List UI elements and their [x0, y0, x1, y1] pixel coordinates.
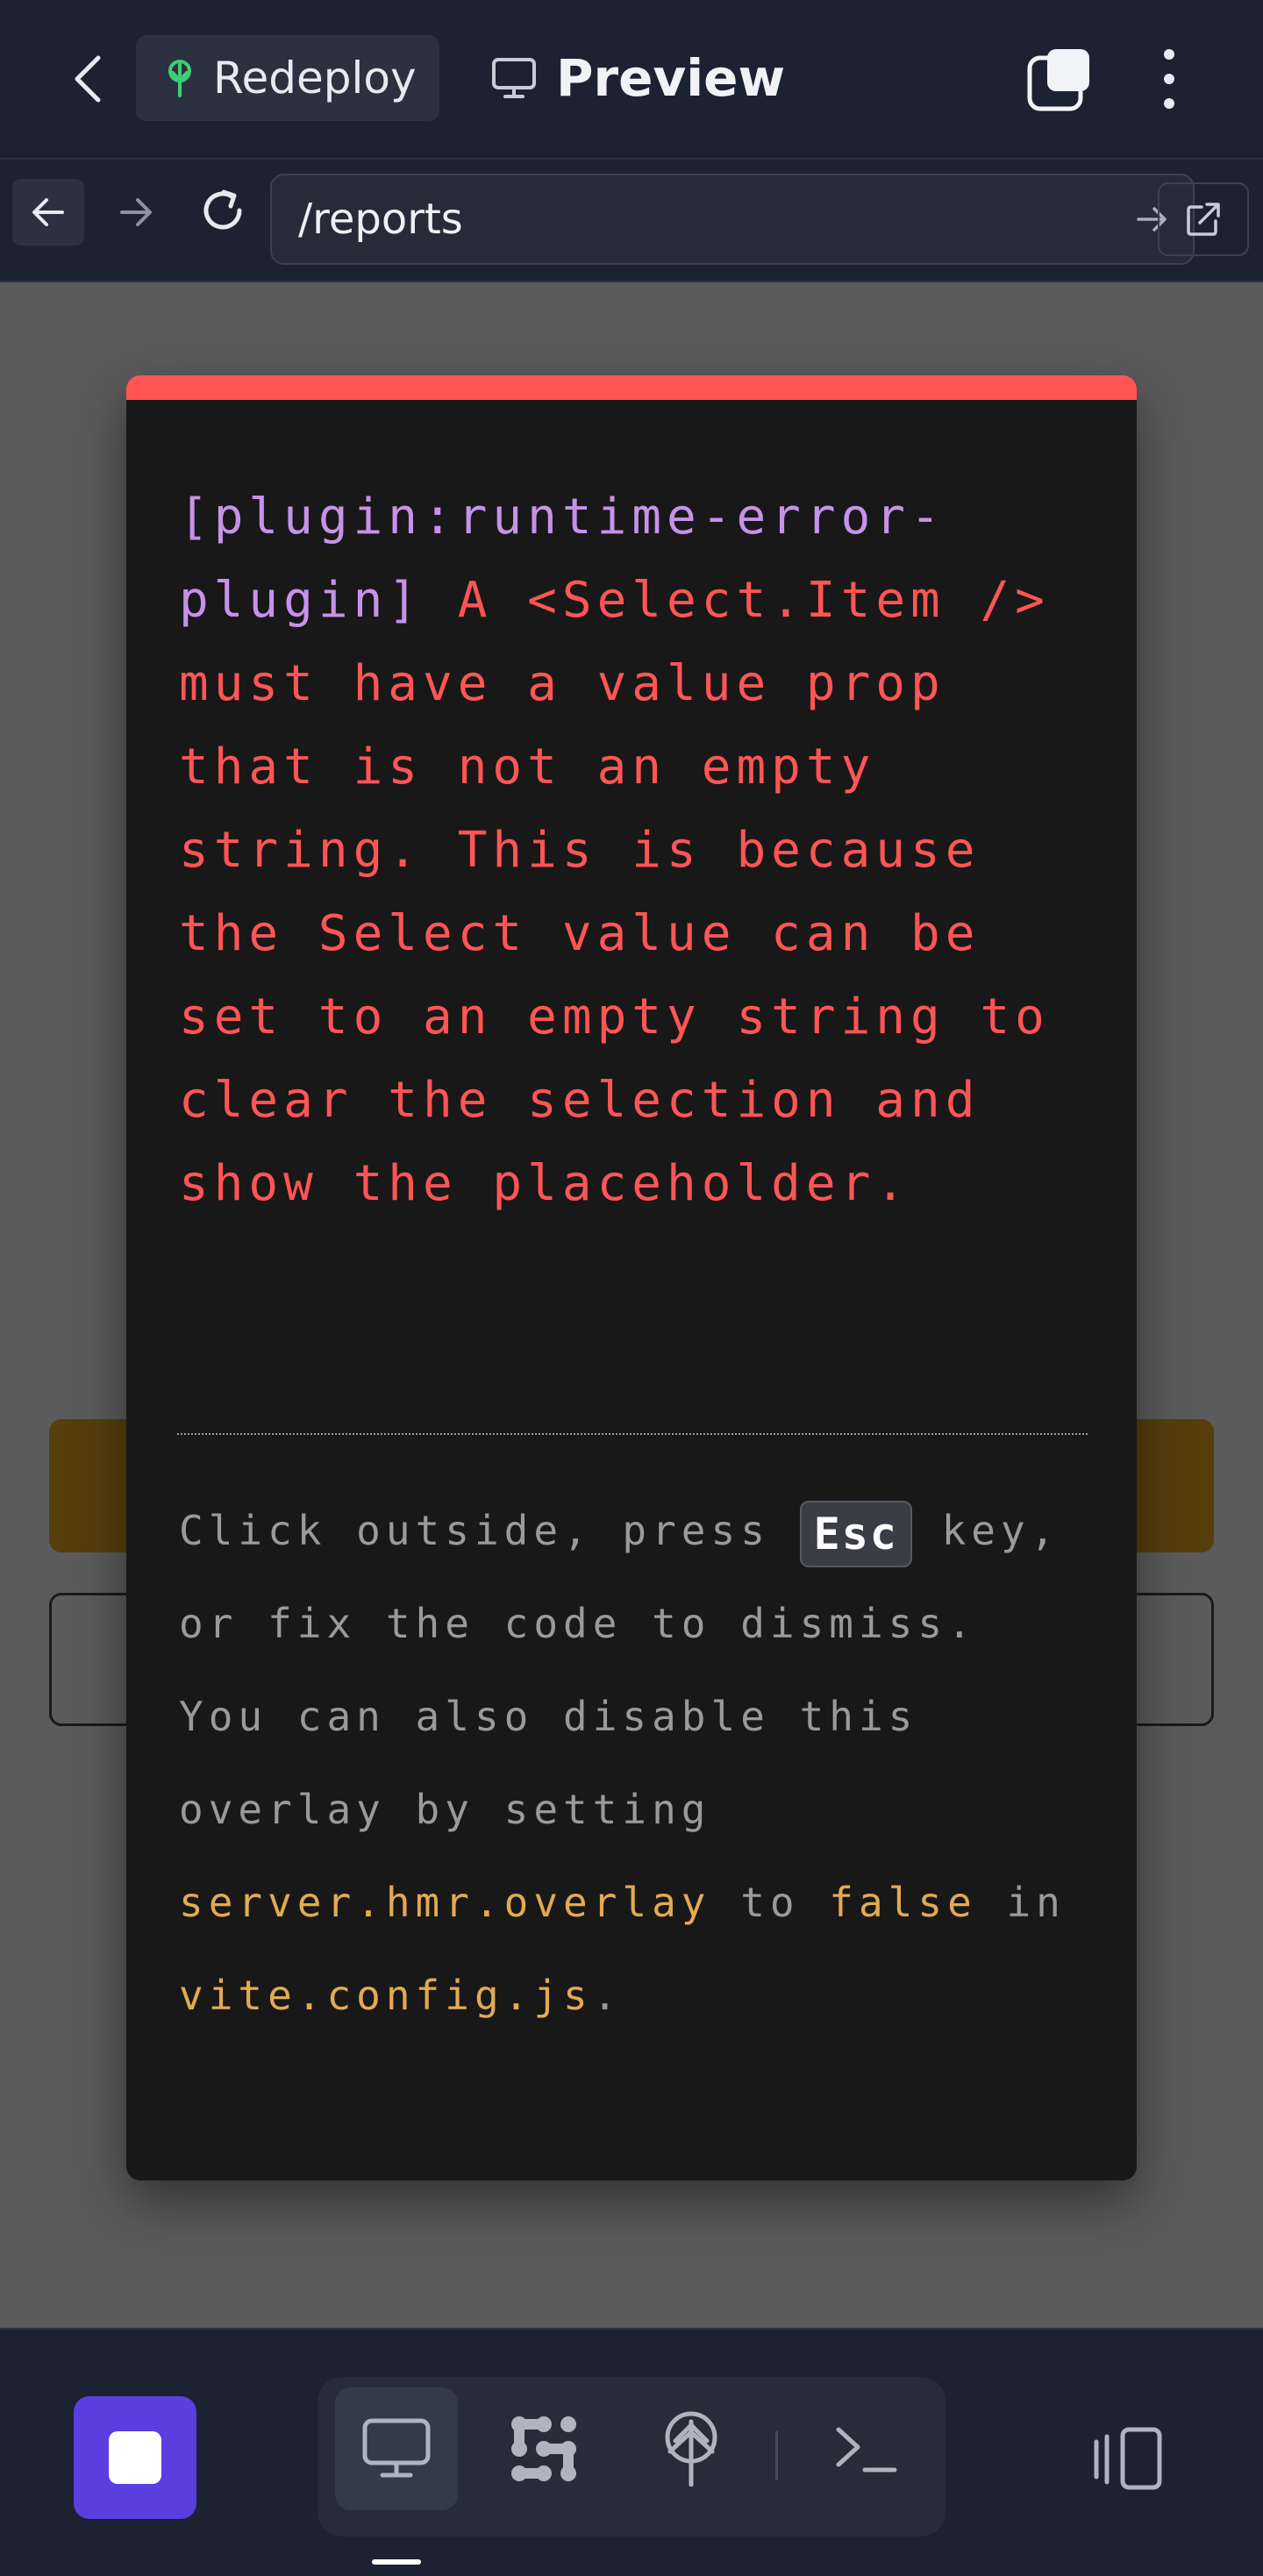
- tool-preview[interactable]: [335, 2387, 458, 2510]
- stop-icon: [109, 2431, 161, 2484]
- nav-back-button[interactable]: [12, 179, 84, 246]
- stop-button[interactable]: [74, 2396, 196, 2519]
- panel-icon[interactable]: [1091, 2426, 1165, 2491]
- chevron-left-icon[interactable]: [61, 48, 114, 110]
- nav-forward-button[interactable]: [105, 179, 167, 246]
- tip-line-2: You can also disable this overlay by set…: [179, 1693, 918, 1833]
- browser-url-bar: /reports: [0, 160, 1263, 282]
- reload-icon: [203, 189, 242, 230]
- error-message: [plugin:runtime-error-plugin] A <Select.…: [179, 475, 1091, 1225]
- arrow-right-icon: [120, 198, 152, 226]
- config-option: server.hmr.overlay: [179, 1879, 711, 1926]
- top-app-bar: Redeploy Preview: [0, 0, 1263, 160]
- home-indicator: [372, 2559, 421, 2565]
- monitor-icon: [492, 58, 536, 98]
- tip-word-to: to: [740, 1879, 800, 1926]
- tabs-icon[interactable]: [1026, 46, 1093, 112]
- toolbar-separator: [775, 2431, 778, 2480]
- tool-switcher: [318, 2377, 945, 2537]
- tip-text: Click outside, press: [179, 1507, 770, 1554]
- rocket-tree-icon: [168, 60, 191, 97]
- external-link-icon: [1187, 203, 1220, 236]
- redeploy-button[interactable]: Redeploy: [136, 35, 439, 121]
- error-overlay: [plugin:runtime-error-plugin] A <Select.…: [126, 375, 1137, 2180]
- overlay-tip: Click outside, press Esc key, or fix the…: [179, 1484, 1091, 2042]
- overlay-divider: [177, 1433, 1088, 1435]
- url-input[interactable]: /reports: [270, 174, 1195, 265]
- config-value: false: [829, 1879, 977, 1926]
- dots-grid-icon: [511, 2416, 576, 2481]
- open-external-button[interactable]: [1158, 182, 1249, 256]
- monitor-icon: [362, 2418, 431, 2478]
- deploy-icon: [665, 2411, 717, 2487]
- tool-deploy[interactable]: [630, 2387, 753, 2510]
- tool-agents[interactable]: [482, 2387, 605, 2510]
- config-file: vite.config.js: [179, 1972, 593, 2019]
- redeploy-label: Redeploy: [213, 53, 417, 103]
- terminal-icon: [836, 2427, 897, 2473]
- esc-key-hint: Esc: [799, 1500, 912, 1567]
- reload-button[interactable]: [189, 177, 256, 244]
- tip-period: .: [592, 1972, 623, 2019]
- arrow-left-icon: [32, 198, 64, 226]
- tab-preview[interactable]: Preview: [491, 35, 785, 121]
- preview-title: Preview: [556, 48, 786, 108]
- more-vertical-icon[interactable]: [1156, 46, 1182, 112]
- bottom-toolbar: [0, 2328, 1263, 2576]
- tip-word-in: in: [1006, 1879, 1066, 1926]
- error-text: A <Select.Item /> must have a value prop…: [179, 572, 1050, 1212]
- tool-terminal[interactable]: [805, 2387, 928, 2510]
- url-text: /reports: [298, 195, 463, 244]
